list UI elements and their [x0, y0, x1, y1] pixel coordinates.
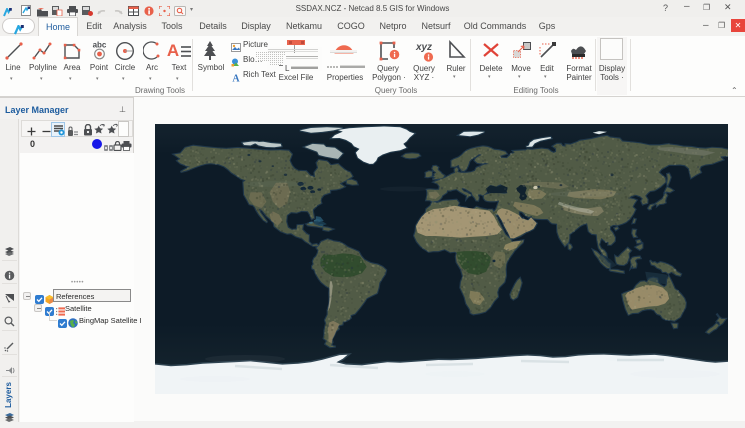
- svg-text:abc: abc: [93, 41, 107, 50]
- svg-text:xyz: xyz: [415, 42, 432, 53]
- svg-text:A: A: [167, 41, 179, 60]
- svg-text:A: A: [232, 74, 240, 83]
